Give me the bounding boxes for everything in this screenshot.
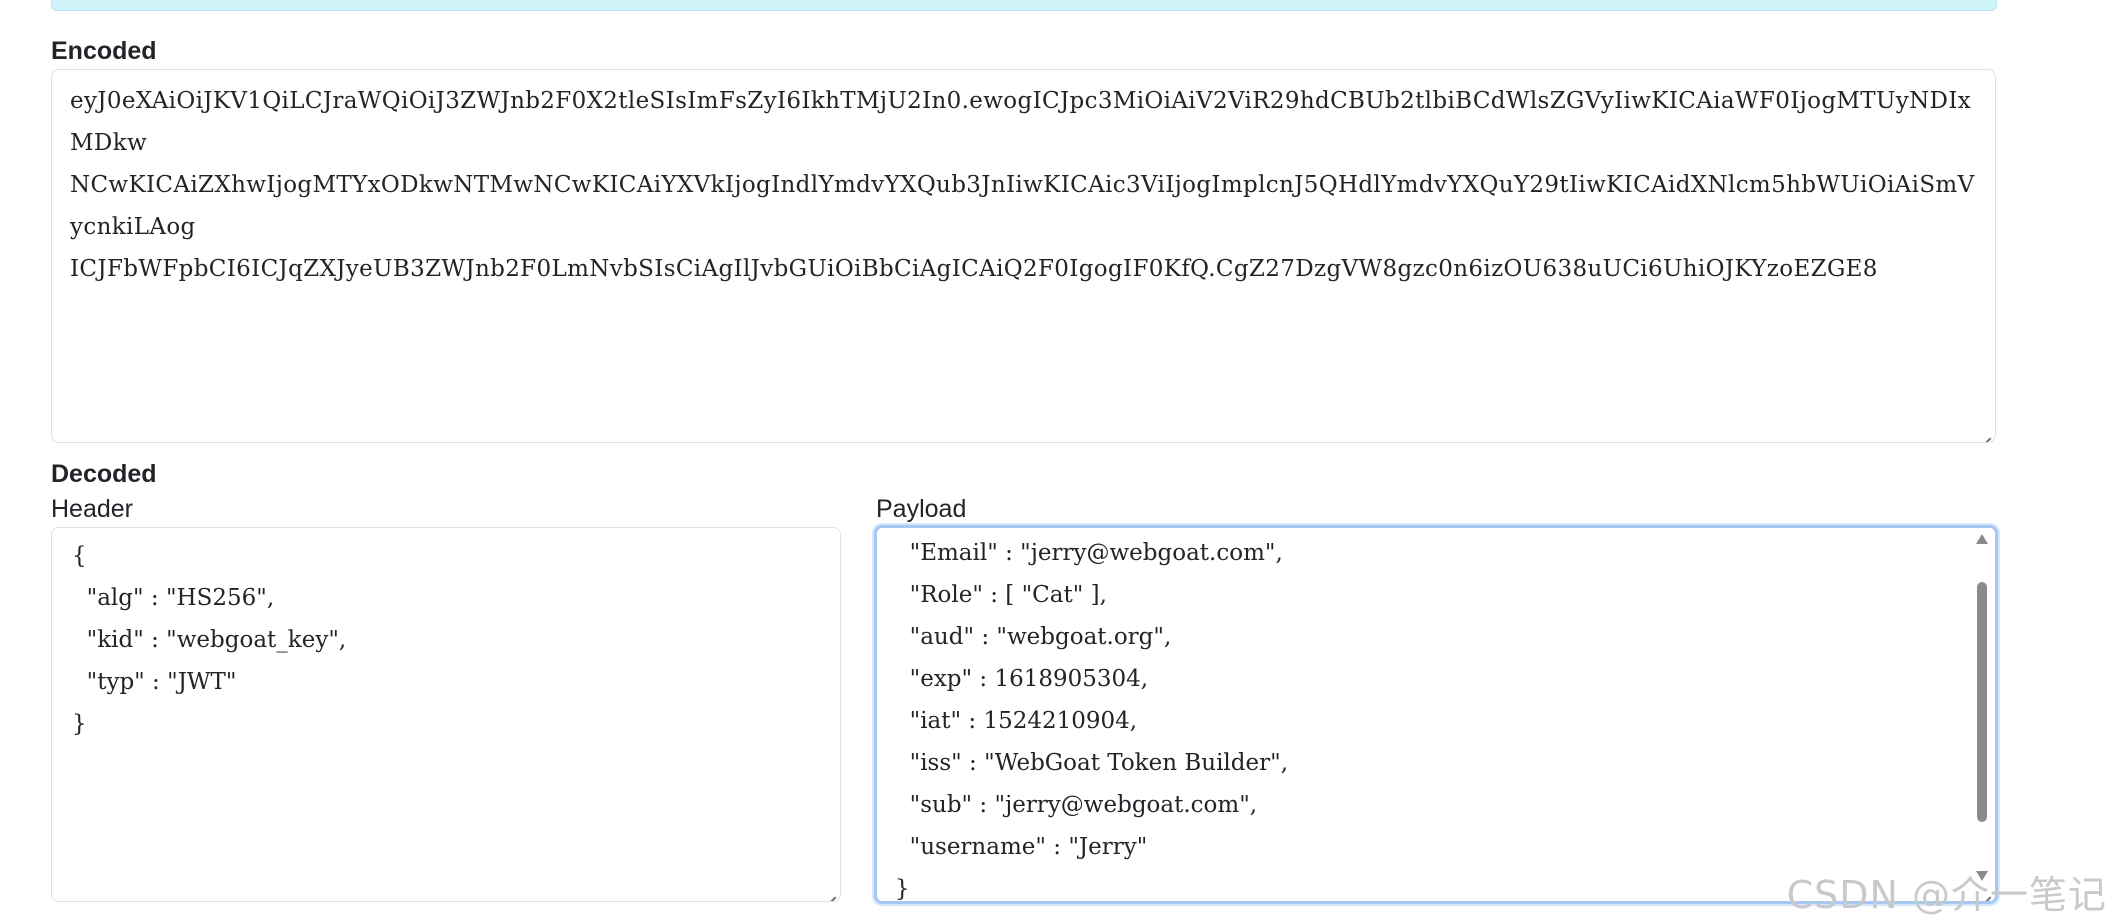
resize-grip-icon[interactable] xyxy=(1979,426,1991,438)
payload-scrollbar[interactable] xyxy=(1975,534,1989,881)
payload-json-line: "exp" : 1618905304, xyxy=(895,666,1149,692)
payload-json-line: "Role" : [ "Cat" ], xyxy=(895,582,1107,608)
scroll-up-arrow-icon[interactable] xyxy=(1976,534,1988,544)
header-json-line: "kid" : "webgoat_key", xyxy=(72,627,347,653)
encoded-token-textarea[interactable]: eyJ0eXAiOiJKV1QiLCJraWQiOiJ3ZWJnb2F0X2tl… xyxy=(51,69,1996,443)
payload-json-line: "sub" : "jerry@webgoat.com", xyxy=(895,792,1258,818)
payload-json-line: "username" : "Jerry" xyxy=(895,834,1148,860)
encoded-token-line: ICJFbWFpbCI6ICJqZXJyeUB3ZWJnb2F0LmNvbSIs… xyxy=(70,256,1878,282)
header-json-textarea[interactable]: { "alg" : "HS256", "kid" : "webgoat_key"… xyxy=(51,527,841,902)
payload-label: Payload xyxy=(876,495,967,523)
header-json-line: "alg" : "HS256", xyxy=(72,585,275,611)
payload-json-line: "aud" : "webgoat.org", xyxy=(895,624,1172,650)
payload-json-textarea[interactable]: { "Email" : "jerry@webgoat.com", "Role" … xyxy=(874,525,1998,904)
encoded-token-line: NCwKICAiZXhwIjogMTYxODkwNTMwNCwKICAiYXVk… xyxy=(70,172,1975,240)
header-json-line: } xyxy=(72,711,87,737)
jwt-decoder-page: Encoded eyJ0eXAiOiJKV1QiLCJraWQiOiJ3ZWJn… xyxy=(0,0,2113,921)
payload-json-line: "iat" : 1524210904, xyxy=(895,708,1138,734)
payload-json-line: { xyxy=(895,525,910,528)
watermark: CSDN @介一笔记 xyxy=(1786,873,2107,917)
resize-grip-icon[interactable] xyxy=(824,885,836,897)
payload-json-line: "Email" : "jerry@webgoat.com", xyxy=(895,540,1283,566)
decoded-heading: Decoded xyxy=(51,460,157,488)
info-banner xyxy=(51,0,1997,11)
encoded-token-line: eyJ0eXAiOiJKV1QiLCJraWQiOiJ3ZWJnb2F0X2tl… xyxy=(70,88,1972,156)
header-json-line: { xyxy=(72,543,87,569)
scrollbar-thumb[interactable] xyxy=(1977,582,1987,822)
header-label: Header xyxy=(51,495,133,523)
payload-json-line: } xyxy=(895,876,910,902)
encoded-token-text: eyJ0eXAiOiJKV1QiLCJraWQiOiJ3ZWJnb2F0X2tl… xyxy=(70,80,1981,290)
encoded-heading: Encoded xyxy=(51,37,157,65)
payload-json-line: "iss" : "WebGoat Token Builder", xyxy=(895,750,1288,776)
header-json-line: "typ" : "JWT" xyxy=(72,669,237,695)
